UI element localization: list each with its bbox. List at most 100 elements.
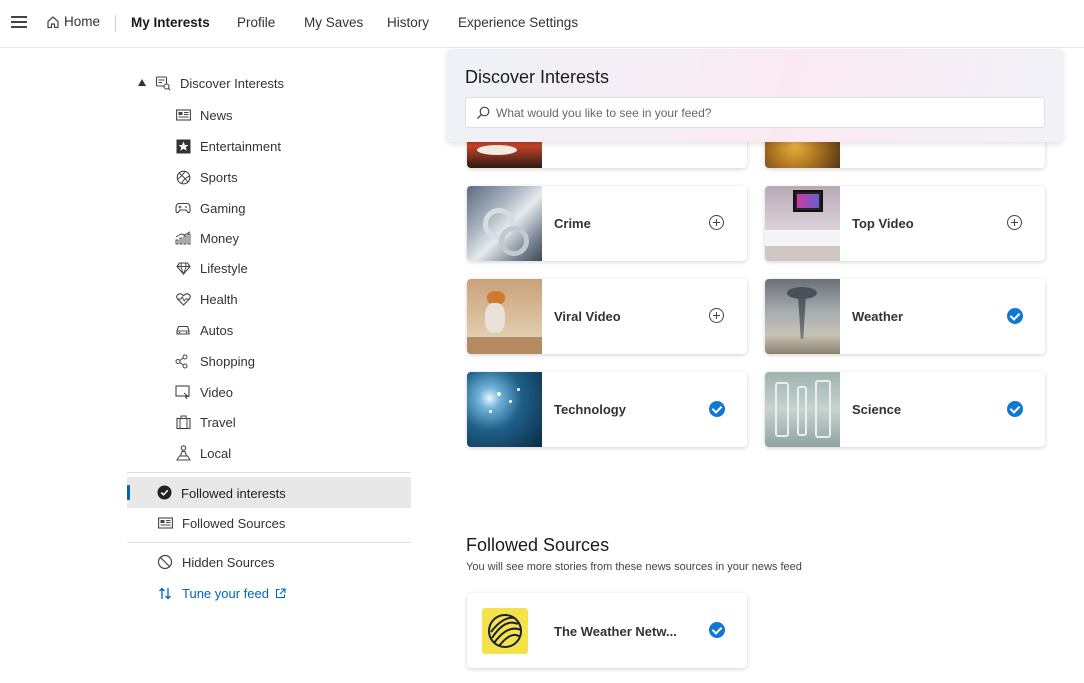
sidebar-item-video[interactable]: Video <box>175 382 233 402</box>
sidebar-item-local[interactable]: Local <box>175 443 231 463</box>
card-label: Science <box>852 402 902 417</box>
sidebar-item-sports[interactable]: Sports <box>175 167 238 187</box>
interest-card-science[interactable]: Science <box>765 372 1045 447</box>
follow-button[interactable] <box>709 215 725 231</box>
sidebar-item-gaming[interactable]: Gaming <box>175 198 246 218</box>
selection-indicator <box>127 485 130 500</box>
sidebar-item-shopping[interactable]: Shopping <box>175 351 255 371</box>
sidebar-item-label: Video <box>200 384 234 400</box>
sidebar-followed-interests-label: Followed interests <box>181 486 286 501</box>
nav-my-interests[interactable]: My Interests <box>131 15 210 30</box>
checkmark-circle-icon <box>1007 308 1023 324</box>
sidebar-item-label: Local <box>200 445 232 461</box>
card-label: Weather <box>852 309 904 324</box>
sidebar-item-travel[interactable]: Travel <box>175 412 236 432</box>
search-icon <box>477 106 490 119</box>
interest-card-crime[interactable]: Crime <box>467 186 747 261</box>
tune-feed-link[interactable]: Tune your feed <box>157 585 286 601</box>
search-input[interactable] <box>496 105 1016 120</box>
diamond-icon <box>175 260 191 276</box>
hamburger-menu-icon[interactable] <box>11 16 27 28</box>
followed-sources-subtitle: You will see more stories from these new… <box>466 561 802 573</box>
interest-card-technology[interactable]: Technology <box>467 372 747 447</box>
nav-my-saves[interactable]: My Saves <box>304 15 363 30</box>
sidebar-item-label: Lifestyle <box>200 260 248 276</box>
discover-interests-panel: Discover Interests <box>447 49 1063 142</box>
unfollow-button[interactable] <box>1007 308 1023 324</box>
sidebar-item-label: Sports <box>200 169 238 185</box>
check-circle-icon <box>157 485 173 501</box>
interest-search-box[interactable] <box>465 97 1045 128</box>
sidebar-item-label: Money <box>200 230 240 246</box>
sidebar-followed-sources-label: Followed Sources <box>182 515 286 531</box>
sidebar-item-news[interactable]: News <box>175 105 233 125</box>
viral-video-thumbnail <box>467 279 542 354</box>
sidebar-item-money[interactable]: Money <box>175 228 239 248</box>
follow-button[interactable] <box>709 308 725 324</box>
card-label: Viral Video <box>554 309 621 324</box>
interest-card-top-video[interactable]: Top Video <box>765 186 1045 261</box>
heart-pulse-icon <box>175 291 191 307</box>
interest-card-weather[interactable]: Weather <box>765 279 1045 354</box>
tune-feed-label: Tune your feed <box>182 585 269 601</box>
sidebar-item-health[interactable]: Health <box>175 289 238 309</box>
follow-button[interactable] <box>1007 215 1023 231</box>
sidebar-item-lifestyle[interactable]: Lifestyle <box>175 258 248 278</box>
gamepad-icon <box>175 200 191 216</box>
unfollow-button[interactable] <box>1007 401 1023 417</box>
newspaper-icon <box>175 107 191 123</box>
followed-sources-title: Followed Sources <box>466 535 610 555</box>
chart-icon <box>175 230 191 246</box>
sidebar-item-label: News <box>200 107 233 123</box>
blocked-icon <box>157 554 173 570</box>
nav-profile[interactable]: Profile <box>237 15 275 30</box>
crime-thumbnail <box>467 186 542 261</box>
star-icon <box>175 138 191 154</box>
sidebar-discover-interests[interactable]: Discover Interests <box>138 75 284 91</box>
interest-card-viral-video[interactable]: Viral Video <box>467 279 747 354</box>
discover-interests-title: Discover Interests <box>465 67 610 87</box>
nav-history[interactable]: History <box>387 15 429 30</box>
sidebar-item-label: Shopping <box>200 353 255 369</box>
shopping-icon <box>175 353 191 369</box>
nav-separator <box>115 15 116 32</box>
sidebar-hidden-sources-label: Hidden Sources <box>182 554 275 570</box>
top-video-thumbnail <box>765 186 840 261</box>
card-label: Top Video <box>852 216 914 231</box>
top-navigation: Home My Interests Profile My Saves Histo… <box>0 0 1084 48</box>
checkmark-circle-icon <box>709 622 725 638</box>
unfollow-button[interactable] <box>709 401 725 417</box>
sidebar-item-followed-sources[interactable]: Followed Sources <box>157 515 285 531</box>
source-label: The Weather Netw... <box>554 624 677 639</box>
sidebar-item-label: Gaming <box>200 200 246 216</box>
collapse-caret-icon[interactable] <box>138 79 146 86</box>
nav-experience-settings[interactable]: Experience Settings <box>458 15 578 30</box>
sidebar-item-label: Travel <box>200 414 236 430</box>
sidebar-item-label: Entertainment <box>200 138 281 154</box>
add-circle-icon <box>1007 215 1022 230</box>
card-label: Technology <box>554 402 626 417</box>
checkmark-circle-icon <box>1007 401 1023 417</box>
add-circle-icon <box>709 308 724 323</box>
discover-icon <box>155 76 171 91</box>
sidebar-divider <box>127 542 411 543</box>
sidebar-item-label: Health <box>200 291 238 307</box>
video-icon <box>175 384 191 400</box>
external-link-icon <box>275 587 286 599</box>
luggage-icon <box>175 414 191 430</box>
sidebar-item-followed-interests[interactable]: Followed interests <box>127 477 411 508</box>
nav-home-link[interactable]: Home <box>46 14 100 29</box>
nav-home-label: Home <box>64 14 101 29</box>
home-icon <box>47 15 59 28</box>
newspaper-icon <box>157 515 173 531</box>
ball-icon <box>175 169 191 185</box>
checkmark-circle-icon <box>709 401 725 417</box>
unfollow-button[interactable] <box>709 622 725 638</box>
source-card-weather-network[interactable]: The Weather Netw... <box>467 593 747 668</box>
sidebar-item-autos[interactable]: Autos <box>175 320 233 340</box>
weather-thumbnail <box>765 279 840 354</box>
sidebar-item-hidden-sources[interactable]: Hidden Sources <box>157 554 275 570</box>
weather-network-logo <box>482 608 528 654</box>
sidebar-discover-label: Discover Interests <box>180 75 285 91</box>
sidebar-item-entertainment[interactable]: Entertainment <box>175 136 281 156</box>
